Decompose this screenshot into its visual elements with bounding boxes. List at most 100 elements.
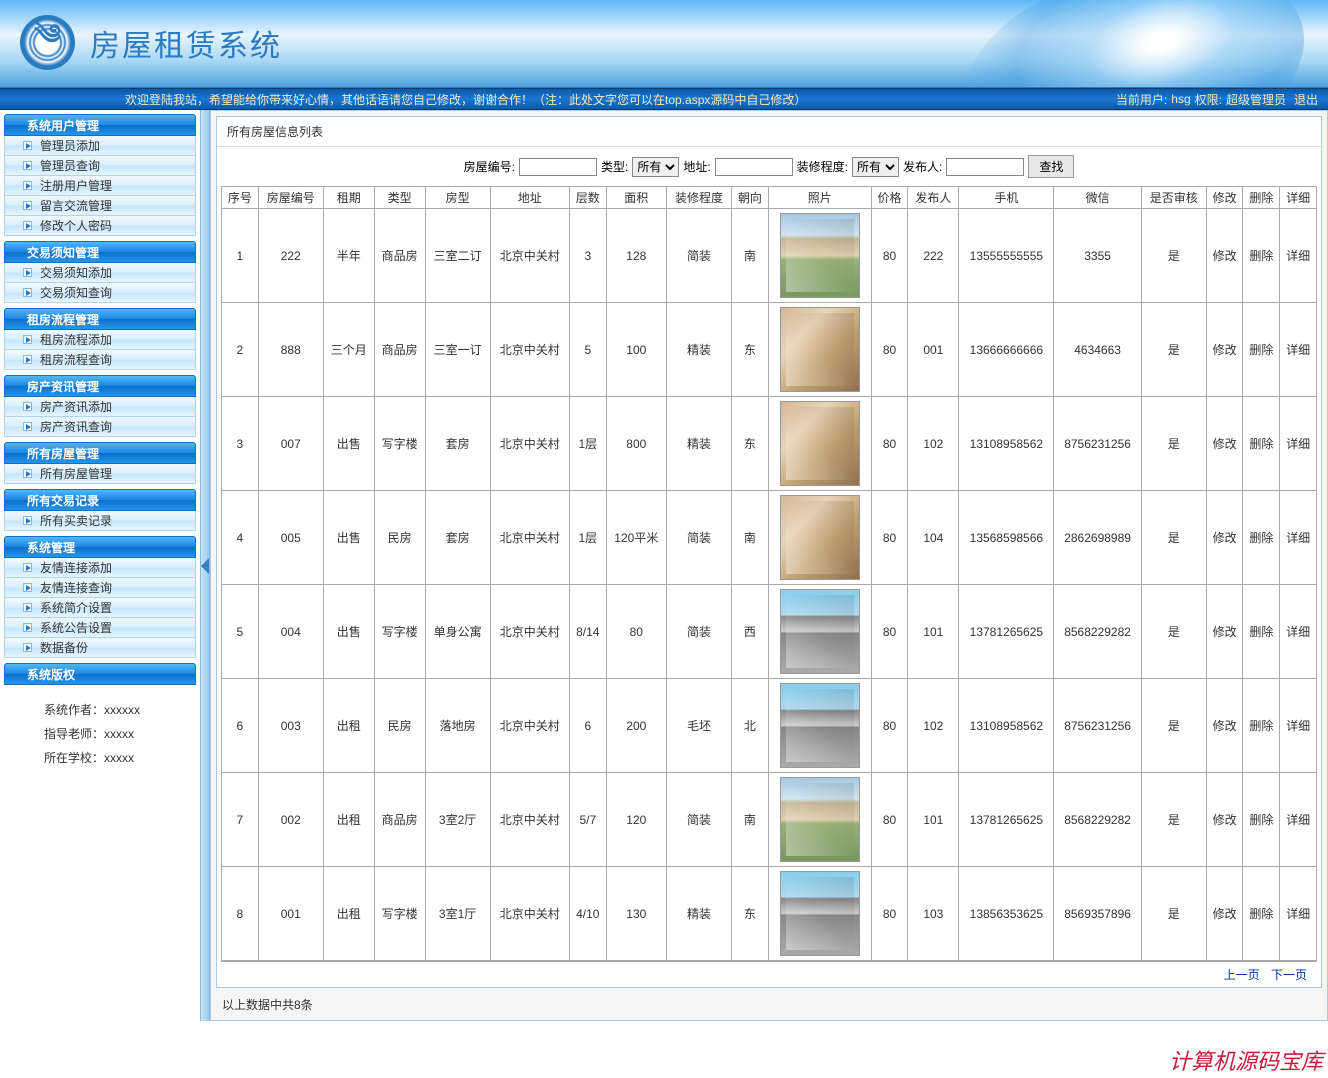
menu-link[interactable]: 友情连接查询 <box>40 579 112 596</box>
menu-item[interactable]: 交易须知查询 <box>4 283 196 303</box>
cell: 1 <box>222 209 259 303</box>
menu-link[interactable]: 租房流程添加 <box>40 331 112 348</box>
edit-link[interactable]: 修改 <box>1213 907 1237 921</box>
cell: 80 <box>871 397 908 491</box>
menu-link[interactable]: 租房流程查询 <box>40 351 112 368</box>
play-icon <box>23 268 32 277</box>
menu-item[interactable]: 友情连接添加 <box>4 558 196 578</box>
detail-link[interactable]: 详细 <box>1286 531 1310 545</box>
filter-code-input[interactable] <box>519 158 597 176</box>
menu-link[interactable]: 修改个人密码 <box>40 217 112 234</box>
menu-header[interactable]: 房产资讯管理 <box>4 375 196 397</box>
edit-link[interactable]: 修改 <box>1213 625 1237 639</box>
menu-link[interactable]: 注册用户管理 <box>40 177 112 194</box>
house-thumbnail[interactable] <box>780 401 860 486</box>
cell: 3 <box>222 397 259 491</box>
house-thumbnail[interactable] <box>780 871 860 956</box>
action-cell: 删除 <box>1243 585 1280 679</box>
delete-link[interactable]: 删除 <box>1249 719 1273 733</box>
menu-item[interactable]: 修改个人密码 <box>4 216 196 236</box>
detail-link[interactable]: 详细 <box>1286 437 1310 451</box>
filter-addr-input[interactable] <box>715 158 793 176</box>
menu-link[interactable]: 留言交流管理 <box>40 197 112 214</box>
menu-item[interactable]: 房产资讯查询 <box>4 417 196 437</box>
edit-link[interactable]: 修改 <box>1213 437 1237 451</box>
logout-link[interactable]: 退出 <box>1294 91 1318 108</box>
menu-header[interactable]: 系统管理 <box>4 536 196 558</box>
menu-header[interactable]: 系统用户管理 <box>4 114 196 136</box>
pager: 上一页 下一页 <box>221 961 1317 987</box>
edit-link[interactable]: 修改 <box>1213 343 1237 357</box>
edit-link[interactable]: 修改 <box>1213 531 1237 545</box>
cell: 民房 <box>374 679 425 773</box>
menu-item[interactable]: 租房流程添加 <box>4 330 196 350</box>
edit-link[interactable]: 修改 <box>1213 719 1237 733</box>
menu-header[interactable]: 交易须知管理 <box>4 241 196 263</box>
cell: 1层 <box>569 397 606 491</box>
delete-link[interactable]: 删除 <box>1249 343 1273 357</box>
menu-link[interactable]: 房产资讯添加 <box>40 398 112 415</box>
menu-item[interactable]: 交易须知添加 <box>4 263 196 283</box>
delete-link[interactable]: 删除 <box>1249 813 1273 827</box>
delete-link[interactable]: 删除 <box>1249 249 1273 263</box>
house-thumbnail[interactable] <box>780 683 860 768</box>
filter-type-select[interactable]: 所有 <box>632 157 679 177</box>
menu-link[interactable]: 数据备份 <box>40 639 88 656</box>
filter-pub-input[interactable] <box>946 158 1024 176</box>
menu-link[interactable]: 所有房屋管理 <box>40 465 112 482</box>
menu-header[interactable]: 所有交易记录 <box>4 489 196 511</box>
menu-item[interactable]: 房产资讯添加 <box>4 397 196 417</box>
menu-header[interactable]: 租房流程管理 <box>4 308 196 330</box>
detail-link[interactable]: 详细 <box>1286 907 1310 921</box>
logo-icon: ༄ <box>20 15 75 70</box>
house-thumbnail[interactable] <box>780 777 860 862</box>
menu-item[interactable]: 友情连接查询 <box>4 578 196 598</box>
detail-link[interactable]: 详细 <box>1286 343 1310 357</box>
menu-link[interactable]: 交易须知查询 <box>40 284 112 301</box>
menu-link[interactable]: 管理员添加 <box>40 137 100 154</box>
panel-title: 所有房屋信息列表 <box>217 117 1321 147</box>
menu-item[interactable]: 所有房屋管理 <box>4 464 196 484</box>
menu-link[interactable]: 管理员查询 <box>40 157 100 174</box>
menu-link[interactable]: 系统公告设置 <box>40 619 112 636</box>
menu-item[interactable]: 系统简介设置 <box>4 598 196 618</box>
menu-item[interactable]: 系统公告设置 <box>4 618 196 638</box>
detail-link[interactable]: 详细 <box>1286 813 1310 827</box>
detail-link[interactable]: 详细 <box>1286 719 1310 733</box>
menu-item[interactable]: 管理员添加 <box>4 136 196 156</box>
menu-item[interactable]: 留言交流管理 <box>4 196 196 216</box>
column-header: 层数 <box>569 187 606 209</box>
menu-item[interactable]: 租房流程查询 <box>4 350 196 370</box>
delete-link[interactable]: 删除 <box>1249 437 1273 451</box>
search-button[interactable] <box>1028 155 1074 178</box>
menu-header[interactable]: 所有房屋管理 <box>4 442 196 464</box>
filter-deco-select[interactable]: 所有 <box>852 157 899 177</box>
menu-item[interactable]: 数据备份 <box>4 638 196 658</box>
cell: 北京中关村 <box>490 679 569 773</box>
prev-page-link[interactable]: 上一页 <box>1224 968 1260 982</box>
delete-link[interactable]: 删除 <box>1249 625 1273 639</box>
house-thumbnail[interactable] <box>780 307 860 392</box>
house-thumbnail[interactable] <box>780 495 860 580</box>
edit-link[interactable]: 修改 <box>1213 813 1237 827</box>
cell: 精装 <box>667 397 732 491</box>
detail-link[interactable]: 详细 <box>1286 249 1310 263</box>
house-thumbnail[interactable] <box>780 589 860 674</box>
menu-link[interactable]: 所有买卖记录 <box>40 512 112 529</box>
edit-link[interactable]: 修改 <box>1213 249 1237 263</box>
menu-link[interactable]: 房产资讯查询 <box>40 418 112 435</box>
house-thumbnail[interactable] <box>780 213 860 298</box>
sidebar-collapse-handle[interactable] <box>200 110 210 1021</box>
detail-link[interactable]: 详细 <box>1286 625 1310 639</box>
menu-item[interactable]: 注册用户管理 <box>4 176 196 196</box>
cell: 商品房 <box>374 303 425 397</box>
menu-item[interactable]: 管理员查询 <box>4 156 196 176</box>
delete-link[interactable]: 删除 <box>1249 907 1273 921</box>
menu-header[interactable]: 系统版权 <box>4 663 196 685</box>
next-page-link[interactable]: 下一页 <box>1271 968 1307 982</box>
menu-link[interactable]: 交易须知添加 <box>40 264 112 281</box>
menu-item[interactable]: 所有买卖记录 <box>4 511 196 531</box>
menu-link[interactable]: 系统简介设置 <box>40 599 112 616</box>
delete-link[interactable]: 删除 <box>1249 531 1273 545</box>
menu-link[interactable]: 友情连接添加 <box>40 559 112 576</box>
